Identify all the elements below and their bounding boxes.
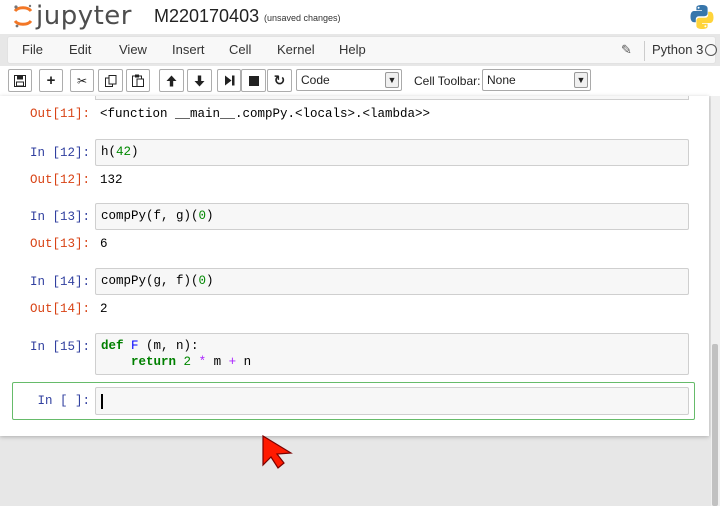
paste-icon: [132, 74, 144, 87]
code-input[interactable]: compPy(g, f)(0): [95, 268, 689, 295]
copy-button[interactable]: [98, 69, 123, 92]
active-code-input[interactable]: [95, 387, 689, 415]
cut-button[interactable]: ✂: [70, 69, 94, 92]
scrollbar-thumb[interactable]: [712, 344, 718, 506]
arrow-down-icon: [194, 75, 205, 86]
menu-bar: File Edit View Insert Cell Kernel Help ✎…: [7, 36, 717, 64]
move-up-button[interactable]: [159, 69, 184, 92]
plus-icon: +: [46, 72, 56, 89]
paste-button[interactable]: [126, 69, 150, 92]
out-prompt: Out[11]:: [29, 107, 90, 121]
move-down-button[interactable]: [187, 69, 212, 92]
save-status: (unsaved changes): [264, 13, 341, 23]
copy-icon: [104, 74, 116, 87]
in-prompt: In [12]:: [29, 146, 90, 160]
arrow-up-icon: [166, 75, 177, 86]
code-text: compPy(f, g)(0): [101, 209, 214, 223]
in-prompt: In [13]:: [29, 210, 90, 224]
cell-toolbar-value: None: [487, 73, 516, 87]
edit-mode-pencil-icon: ✎: [621, 42, 632, 57]
cell-type-select[interactable]: Code ▼: [296, 69, 402, 91]
menu-edit[interactable]: Edit: [69, 42, 91, 57]
menu-file[interactable]: File: [22, 42, 43, 57]
in-prompt: In [15]:: [29, 340, 90, 354]
cell-toolbar-select[interactable]: None ▼: [482, 69, 591, 91]
notebook-header: jupyter M220170403 (unsaved changes): [0, 0, 720, 34]
chevron-down-icon: ▼: [385, 72, 399, 88]
run-cell-button[interactable]: [217, 69, 241, 92]
cell-toolbar-label: Cell Toolbar:: [414, 74, 481, 88]
interrupt-kernel-button[interactable]: [241, 69, 266, 92]
code-input[interactable]: compPy(f, g)(0): [95, 203, 689, 230]
cell-output: 2: [100, 302, 108, 316]
restart-icon: ↻: [273, 72, 286, 88]
notebook-name[interactable]: M220170403: [154, 6, 259, 27]
notebook-container[interactable]: Out[11]: <function __main__.compPy.<loca…: [0, 96, 709, 436]
kernel-idle-indicator-icon: [705, 44, 717, 56]
menu-help[interactable]: Help: [339, 42, 366, 57]
python-logo-icon: [690, 5, 714, 29]
in-prompt: In [ ]:: [37, 394, 90, 408]
logo-text: jupyter: [36, 1, 132, 31]
code-text: h(42): [101, 145, 139, 159]
restart-kernel-button[interactable]: ↻: [267, 69, 292, 92]
kernel-name[interactable]: Python 3: [652, 42, 703, 57]
step-forward-icon: [224, 75, 234, 86]
code-line: return 2 * m + n: [131, 355, 252, 369]
jupyter-logo[interactable]: jupyter: [12, 0, 132, 32]
menu-view[interactable]: View: [119, 42, 147, 57]
out-prompt: Out[14]:: [29, 302, 90, 316]
jupyter-logo-icon: [13, 4, 33, 28]
out-prompt: Out[12]:: [29, 173, 90, 187]
code-input[interactable]: def F (m, n): return 2 * m + n: [95, 333, 689, 375]
save-icon: [14, 74, 26, 87]
text-cursor: [101, 394, 103, 409]
chevron-down-icon: ▼: [574, 72, 588, 88]
previous-input-area: [95, 96, 689, 100]
toolbar: + ✂ ↻ Code ▼ Cell Toolbar: None ▼: [0, 66, 720, 96]
code-text: compPy(g, f)(0): [101, 274, 214, 288]
code-input[interactable]: h(42): [95, 139, 689, 166]
in-prompt: In [14]:: [29, 275, 90, 289]
code-line: def F (m, n):: [101, 339, 199, 353]
scissors-icon: ✂: [76, 73, 88, 88]
cell-output: 6: [100, 237, 108, 251]
kernel-divider: [644, 41, 645, 61]
cell-output: <function __main__.compPy.<locals>.<lamb…: [100, 107, 431, 121]
out-prompt: Out[13]:: [29, 237, 90, 251]
menu-kernel[interactable]: Kernel: [277, 42, 315, 57]
mouse-pointer-icon: [262, 435, 293, 469]
menu-cell[interactable]: Cell: [229, 42, 251, 57]
menu-insert[interactable]: Insert: [172, 42, 205, 57]
save-button[interactable]: [8, 69, 32, 92]
cell-output: 132: [100, 173, 123, 187]
insert-cell-button[interactable]: +: [39, 69, 63, 92]
cell-type-value: Code: [301, 73, 330, 87]
stop-icon: [248, 75, 259, 86]
